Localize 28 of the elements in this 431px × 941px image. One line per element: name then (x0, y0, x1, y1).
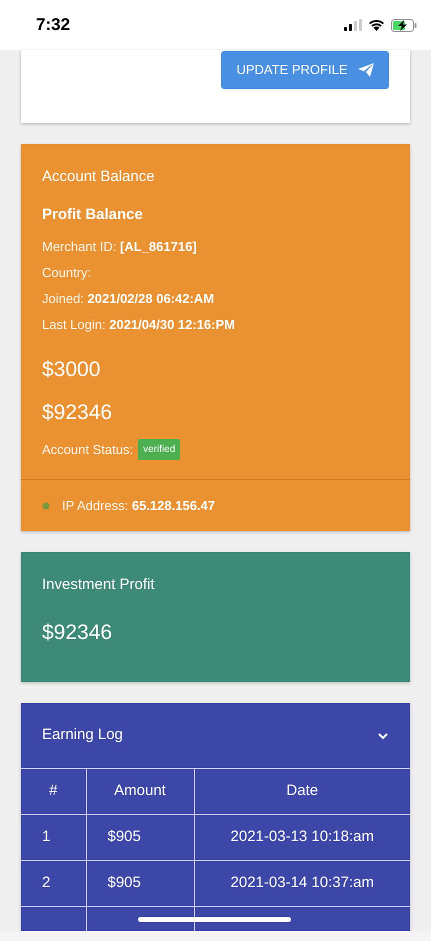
card-title: Account Balance (42, 167, 156, 187)
status-label: Account Status: (42, 440, 134, 459)
table-cell: $905 (86, 814, 194, 860)
column-header: # (21, 768, 86, 814)
profit-amount: $92346 (42, 620, 114, 646)
column-header: Date (194, 768, 410, 814)
balance-amount: $92346 (42, 400, 114, 426)
table-cell: 1 (21, 814, 86, 860)
send-icon (358, 63, 374, 77)
status-time: 7:32 (36, 14, 70, 36)
status-dot-icon (42, 502, 50, 510)
table-cell: $905 (86, 860, 194, 906)
signal-icon (344, 19, 362, 31)
table-cell: 2 (21, 860, 86, 906)
detail-text: Last Login: 2021/04/30 12:16:PM (42, 316, 236, 334)
column-header: Amount (86, 768, 194, 814)
battery-charging-icon (391, 18, 417, 32)
detail-text: Country: (42, 264, 92, 282)
balance-amount: $3000 (42, 357, 102, 383)
card-title: Investment Profit (42, 575, 156, 595)
card-title: Earning Log (42, 725, 123, 746)
card-subtitle: Profit Balance (42, 204, 144, 224)
ip-address-text: IP Address: 65.128.156.47 (62, 496, 215, 515)
wifi-icon (368, 19, 385, 31)
status-badge: verified (138, 439, 180, 460)
update-profile-button[interactable]: UPDATE PROFILE (221, 51, 389, 89)
detail-text: Merchant ID: [AL_861716] (42, 238, 198, 256)
detail-text: Joined: 2021/02/28 06:42:AM (42, 290, 216, 308)
